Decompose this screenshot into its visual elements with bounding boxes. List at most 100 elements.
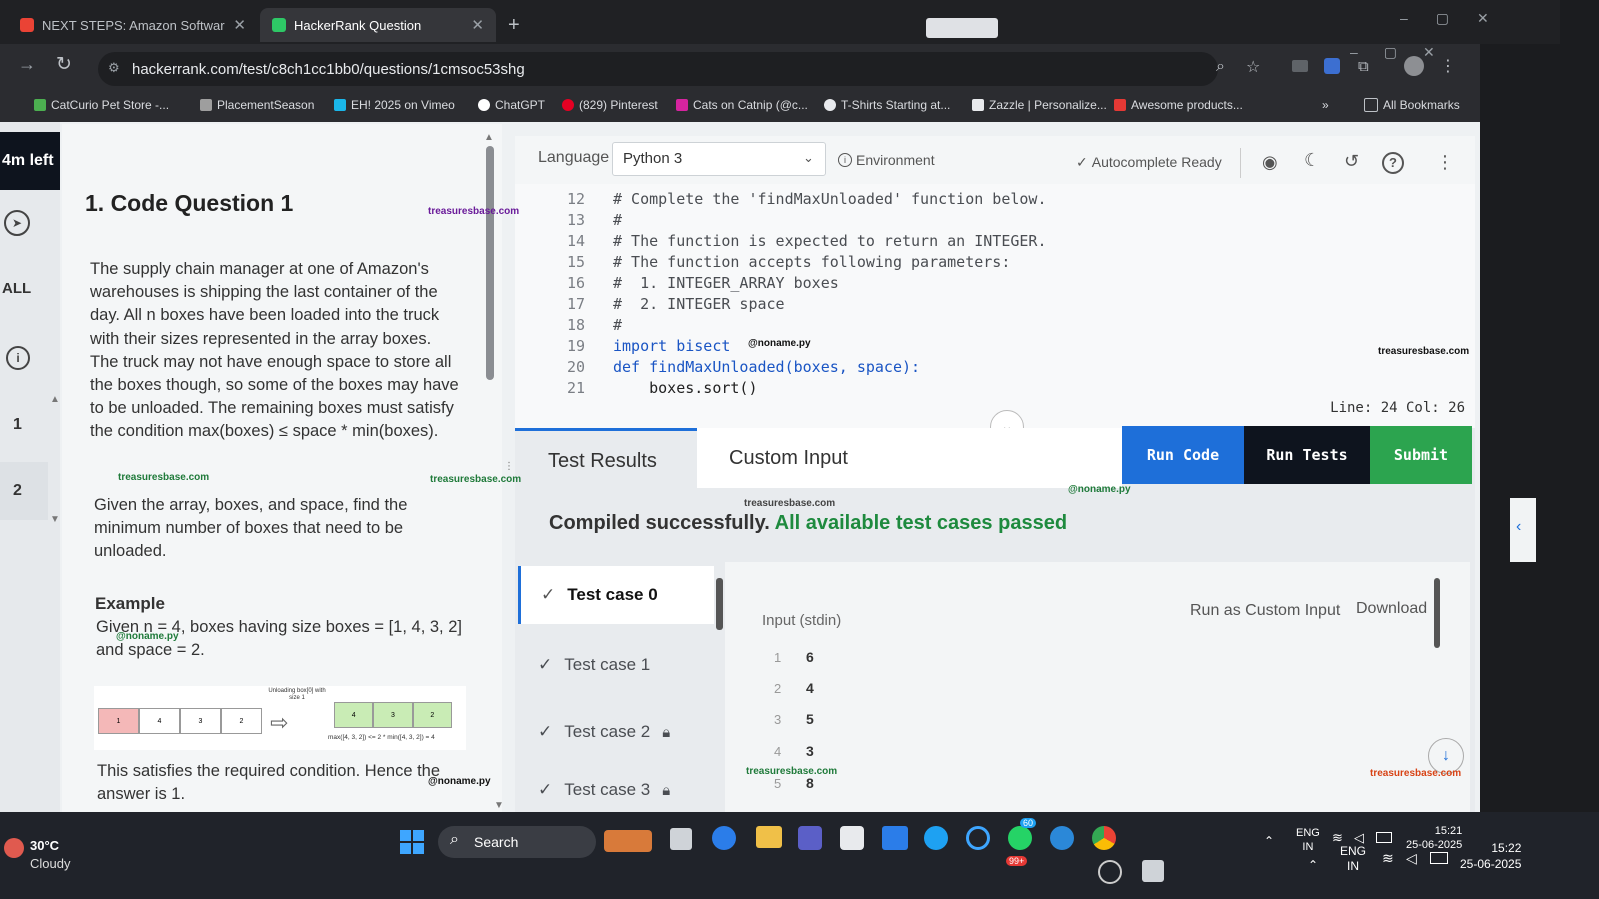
- lock-icon: 🔒︎: [662, 781, 671, 799]
- scroll-down-icon[interactable]: ▼: [50, 514, 60, 525]
- volume-icon[interactable]: ◁: [1406, 850, 1417, 867]
- tab-custom-input[interactable]: Custom Input: [697, 428, 1122, 488]
- diagram-box: 2: [221, 708, 262, 734]
- bookmark-star-icon[interactable]: ☆: [1246, 57, 1260, 77]
- reload-icon[interactable]: ↻: [56, 53, 72, 76]
- test-case-2[interactable]: ✓ Test case 2 🔒︎: [518, 703, 714, 761]
- submit-button[interactable]: Submit: [1370, 426, 1472, 484]
- environment-link[interactable]: i Environment: [838, 152, 935, 168]
- site-info-icon[interactable]: ⚙: [108, 60, 120, 76]
- question-nav-2[interactable]: 2: [0, 462, 48, 520]
- input-language-indicator[interactable]: ENG IN: [1296, 826, 1320, 854]
- app-icon[interactable]: [924, 826, 948, 850]
- battery-icon[interactable]: [1430, 852, 1448, 864]
- test-list-scrollbar[interactable]: [716, 578, 723, 630]
- watermark: treasuresbase.com: [1370, 768, 1462, 779]
- language-select[interactable]: Python 3 ⌄: [612, 142, 826, 176]
- zazzle-icon: [972, 99, 984, 111]
- problem-scrollbar[interactable]: [486, 146, 494, 380]
- profile-avatar[interactable]: [1404, 56, 1424, 76]
- app-icon[interactable]: [882, 826, 908, 850]
- extension-icon[interactable]: [1292, 60, 1308, 72]
- bookmark-item[interactable]: EH! 2025 on Vimeo: [334, 98, 455, 112]
- run-tests-button[interactable]: Run Tests: [1244, 426, 1370, 484]
- watermark: treasuresbase.com: [744, 498, 836, 509]
- run-as-custom-input-link[interactable]: Run as Custom Input: [1190, 602, 1340, 620]
- extensions-puzzle-icon[interactable]: ⧉: [1358, 58, 1369, 75]
- question-nav-1[interactable]: 1: [0, 396, 48, 454]
- history-icon[interactable]: ↺: [1344, 151, 1359, 172]
- taskbar-widget-icon[interactable]: [604, 830, 652, 852]
- all-bookmarks[interactable]: All Bookmarks: [1364, 98, 1460, 112]
- browser-tab-bar: NEXT STEPS: Amazon Softwar ✕ HackerRank …: [0, 0, 1560, 44]
- tray-chevron-icon[interactable]: ⌃: [1264, 834, 1274, 848]
- taskbar-search[interactable]: ⌕ Search: [438, 826, 596, 858]
- browser-menu-icon[interactable]: ⋮: [1440, 56, 1456, 76]
- help-icon[interactable]: ?: [1382, 152, 1404, 174]
- info-icon[interactable]: i: [6, 346, 30, 370]
- test-case-0[interactable]: ✓ Test case 0: [518, 566, 714, 624]
- test-case-1[interactable]: ✓ Test case 1: [518, 636, 714, 694]
- window-switcher[interactable]: [926, 18, 998, 38]
- bookmark-item[interactable]: (829) Pinterest: [562, 98, 658, 112]
- run-code-button[interactable]: Run Code: [1122, 426, 1244, 484]
- copilot-icon[interactable]: [712, 826, 736, 850]
- app-icon[interactable]: [1050, 826, 1074, 850]
- bookmark-item[interactable]: Zazzle | Personalize...: [972, 98, 1107, 112]
- chrome-icon[interactable]: [1092, 826, 1116, 850]
- moon-icon[interactable]: ☾: [1304, 150, 1320, 171]
- weather-icon[interactable]: [4, 838, 24, 858]
- browser-tab-gmail[interactable]: NEXT STEPS: Amazon Softwar ✕: [8, 8, 258, 42]
- side-drawer-toggle[interactable]: ‹: [1510, 498, 1536, 562]
- wifi-icon[interactable]: ≋: [1382, 850, 1394, 867]
- scroll-down-icon[interactable]: ▼: [494, 800, 502, 811]
- bookmark-item[interactable]: T-Shirts Starting at...: [824, 98, 950, 112]
- code-line: #: [613, 211, 623, 229]
- close-tab-icon[interactable]: ✕: [471, 16, 484, 34]
- bookmark-item[interactable]: CatCurio Pet Store -...: [34, 98, 169, 112]
- window-controls-icon[interactable]: –▢✕: [1400, 10, 1517, 27]
- whatsapp-icon[interactable]: [1008, 826, 1032, 850]
- stdin-lines: 1 6 2 4 3 5 4 3 5 8: [774, 649, 814, 791]
- eye-icon[interactable]: ◉: [1262, 152, 1278, 173]
- scroll-up-icon[interactable]: ▲: [50, 394, 60, 405]
- chatgpt-app-icon[interactable]: [1098, 860, 1122, 884]
- input-language-indicator[interactable]: ENG IN: [1340, 844, 1366, 874]
- input-label: Input (stdin): [762, 612, 842, 629]
- new-tab-icon[interactable]: +: [508, 14, 520, 37]
- bookmark-item[interactable]: Awesome products...: [1114, 98, 1243, 112]
- app-icon[interactable]: [1142, 860, 1164, 882]
- extension-blue-icon[interactable]: [1324, 58, 1340, 74]
- all-questions-tab[interactable]: ALL: [2, 280, 31, 297]
- file-explorer-icon[interactable]: [756, 826, 782, 848]
- browser-tab-hackerrank[interactable]: HackerRank Question ✕: [260, 8, 496, 42]
- battery-icon[interactable]: [1376, 832, 1392, 843]
- test-case-3[interactable]: ✓ Test case 3 🔒︎: [518, 770, 714, 810]
- code-editor[interactable]: 12 # Complete the 'findMaxUnloaded' func…: [515, 184, 1475, 428]
- clock[interactable]: 15:22 25-06-2025: [1460, 840, 1521, 872]
- stdin-scrollbar[interactable]: [1434, 578, 1440, 648]
- forward-icon[interactable]: →: [18, 54, 36, 75]
- compass-icon[interactable]: ➤: [4, 210, 30, 236]
- tab-test-results[interactable]: Test Results: [515, 428, 697, 488]
- watermark: treasuresbase.com: [428, 206, 520, 217]
- store-icon[interactable]: [840, 826, 864, 850]
- toolbar-divider: [1240, 148, 1241, 178]
- close-tab-icon[interactable]: ✕: [233, 16, 246, 34]
- scroll-up-icon[interactable]: ▲: [484, 132, 494, 143]
- more-bookmarks-icon[interactable]: »: [1322, 98, 1329, 112]
- more-options-icon[interactable]: ⋮: [1436, 152, 1454, 173]
- teams-icon[interactable]: [798, 826, 822, 850]
- url-bar[interactable]: ⚙ hackerrank.com/test/c8ch1cc1bb0/questi…: [98, 52, 1218, 86]
- bookmark-item[interactable]: ChatGPT: [478, 98, 545, 112]
- task-view-icon[interactable]: [670, 828, 692, 850]
- windows-start-icon[interactable]: [400, 830, 424, 854]
- cortana-icon[interactable]: [966, 826, 990, 850]
- bookmark-item[interactable]: PlacementSeason: [200, 98, 314, 112]
- autocomplete-status[interactable]: ✓ Autocomplete Ready: [1076, 154, 1222, 171]
- zoom-icon[interactable]: ⌕: [1216, 58, 1225, 76]
- clock[interactable]: 15:21 25-06-2025: [1406, 824, 1462, 852]
- download-link[interactable]: Download: [1356, 600, 1427, 618]
- bookmark-item[interactable]: Cats on Catnip (@c...: [676, 98, 808, 112]
- tray-chevron-icon[interactable]: ⌃: [1308, 858, 1318, 872]
